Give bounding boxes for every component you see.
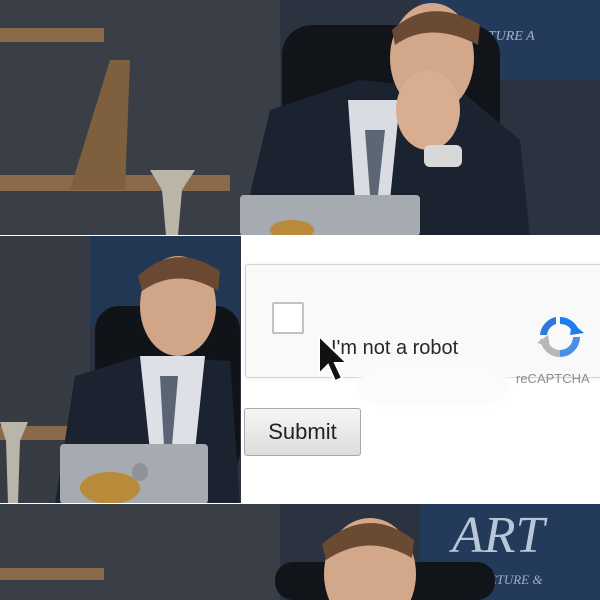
recaptcha-logo-icon [537,317,584,358]
meme-panel-facepalm: ECTURE A [0,0,600,236]
sign-text-big: ART [449,507,548,564]
mouse-cursor-icon [318,334,350,383]
robot-checkbox[interactable] [272,302,304,334]
blurred-region [364,367,504,399]
meme-panel-leaning-in: ART ECTURE & [0,504,600,600]
recaptcha-brand-text: reCAPTCHA [516,371,590,386]
captcha-form: I'm not a robot reCAPTCHA Submit [241,236,600,504]
submit-button[interactable]: Submit [244,408,361,456]
